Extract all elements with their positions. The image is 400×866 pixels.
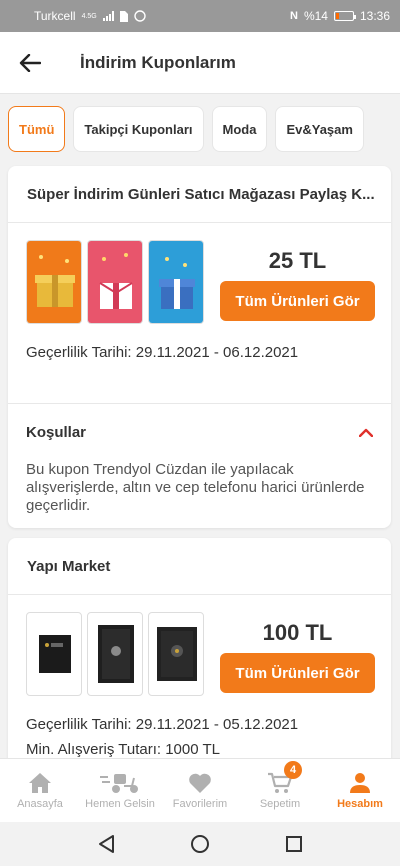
page-title: İndirim Kuponlarım xyxy=(80,52,236,72)
validity-date: Geçerlilik Tarihi: 29.11.2021 - 06.12.20… xyxy=(26,344,299,361)
network-type: 4.5G xyxy=(81,12,97,20)
min-purchase-amount: Min. Alışveriş Tutarı: 1000 TL xyxy=(26,741,220,758)
product-thumbnail[interactable] xyxy=(26,612,82,696)
coupon-amount: 25 TL xyxy=(268,248,327,273)
coupon-card: Yapı Market 100 TL Tüm Ürünleri Gör Geçe… xyxy=(8,538,391,768)
clock: 13:36 xyxy=(359,9,390,23)
heart-icon xyxy=(189,773,211,793)
see-all-products-button[interactable]: Tüm Ürünleri Gör xyxy=(220,653,375,693)
product-thumbnail[interactable] xyxy=(87,612,143,696)
nav-home[interactable]: Anasayfa xyxy=(0,759,80,822)
chip-home-living[interactable]: Ev&Yaşam xyxy=(275,106,364,152)
system-navigation xyxy=(0,822,400,866)
app-header: İndirim Kuponlarım xyxy=(0,32,400,94)
conditions-toggle[interactable]: Koşullar xyxy=(8,403,391,461)
nfc-icon: N xyxy=(289,10,298,22)
chip-follower-coupons[interactable]: Takipçi Kuponları xyxy=(73,106,204,152)
carrier-name: Turkcell xyxy=(34,9,76,23)
status-bar: Turkcell 4.5G N %14 13:36 xyxy=(0,0,400,32)
sim-icon xyxy=(119,10,128,22)
signal-icon xyxy=(102,11,114,21)
product-thumbnail[interactable] xyxy=(148,240,204,324)
user-icon xyxy=(350,772,370,793)
conditions-label: Koşullar xyxy=(26,424,87,441)
nav-hemen-gelsin[interactable]: Hemen Gelsin xyxy=(80,759,160,822)
system-recents-icon[interactable] xyxy=(285,835,303,853)
whatsapp-icon xyxy=(134,10,146,22)
nav-label: Sepetim xyxy=(259,797,301,810)
chip-fashion[interactable]: Moda xyxy=(211,106,268,152)
product-thumbnail[interactable] xyxy=(148,612,204,696)
system-home-icon[interactable] xyxy=(190,834,210,854)
product-thumbnail[interactable] xyxy=(26,240,82,324)
coupon-title: Yapı Market xyxy=(8,538,391,595)
conditions-text: Bu kupon Trendyol Cüzdan ile yapılacak a… xyxy=(26,461,365,514)
nav-account[interactable]: Hesabım xyxy=(320,759,400,822)
arrow-left-icon xyxy=(19,53,41,72)
home-icon xyxy=(29,772,51,793)
validity-date: Geçerlilik Tarihi: 29.11.2021 - 05.12.20… xyxy=(26,716,299,733)
back-button[interactable] xyxy=(0,32,60,94)
scooter-icon xyxy=(100,773,138,793)
cart-badge: 4 xyxy=(284,761,302,779)
nav-favorites[interactable]: Favorilerim xyxy=(160,759,240,822)
coupon-title: Süper İndirim Günleri Satıcı Mağazası Pa… xyxy=(8,166,391,223)
system-back-icon[interactable] xyxy=(97,834,115,854)
coupon-card: Süper İndirim Günleri Satıcı Mağazası Pa… xyxy=(8,166,391,528)
chevron-up-icon xyxy=(359,428,373,437)
battery-percent: %14 xyxy=(303,9,328,23)
filter-chips: Tümü Takipçi Kuponları Moda Ev&Yaşam xyxy=(8,106,364,152)
product-thumbnail[interactable] xyxy=(87,240,143,324)
see-all-products-button[interactable]: Tüm Ürünleri Gör xyxy=(220,281,375,321)
nav-label: Anasayfa xyxy=(17,797,63,810)
nav-label: Hesabım xyxy=(337,797,383,810)
nav-label: Hemen Gelsin xyxy=(85,797,155,810)
battery-icon xyxy=(333,11,356,21)
chip-all[interactable]: Tümü xyxy=(8,106,66,152)
coupon-amount: 100 TL xyxy=(262,620,333,645)
bottom-navigation: Anasayfa Hemen Gelsin Favorilerim 4 Sepe… xyxy=(0,758,400,822)
nav-cart[interactable]: 4 Sepetim xyxy=(240,759,320,822)
nav-label: Favorilerim xyxy=(172,797,228,810)
